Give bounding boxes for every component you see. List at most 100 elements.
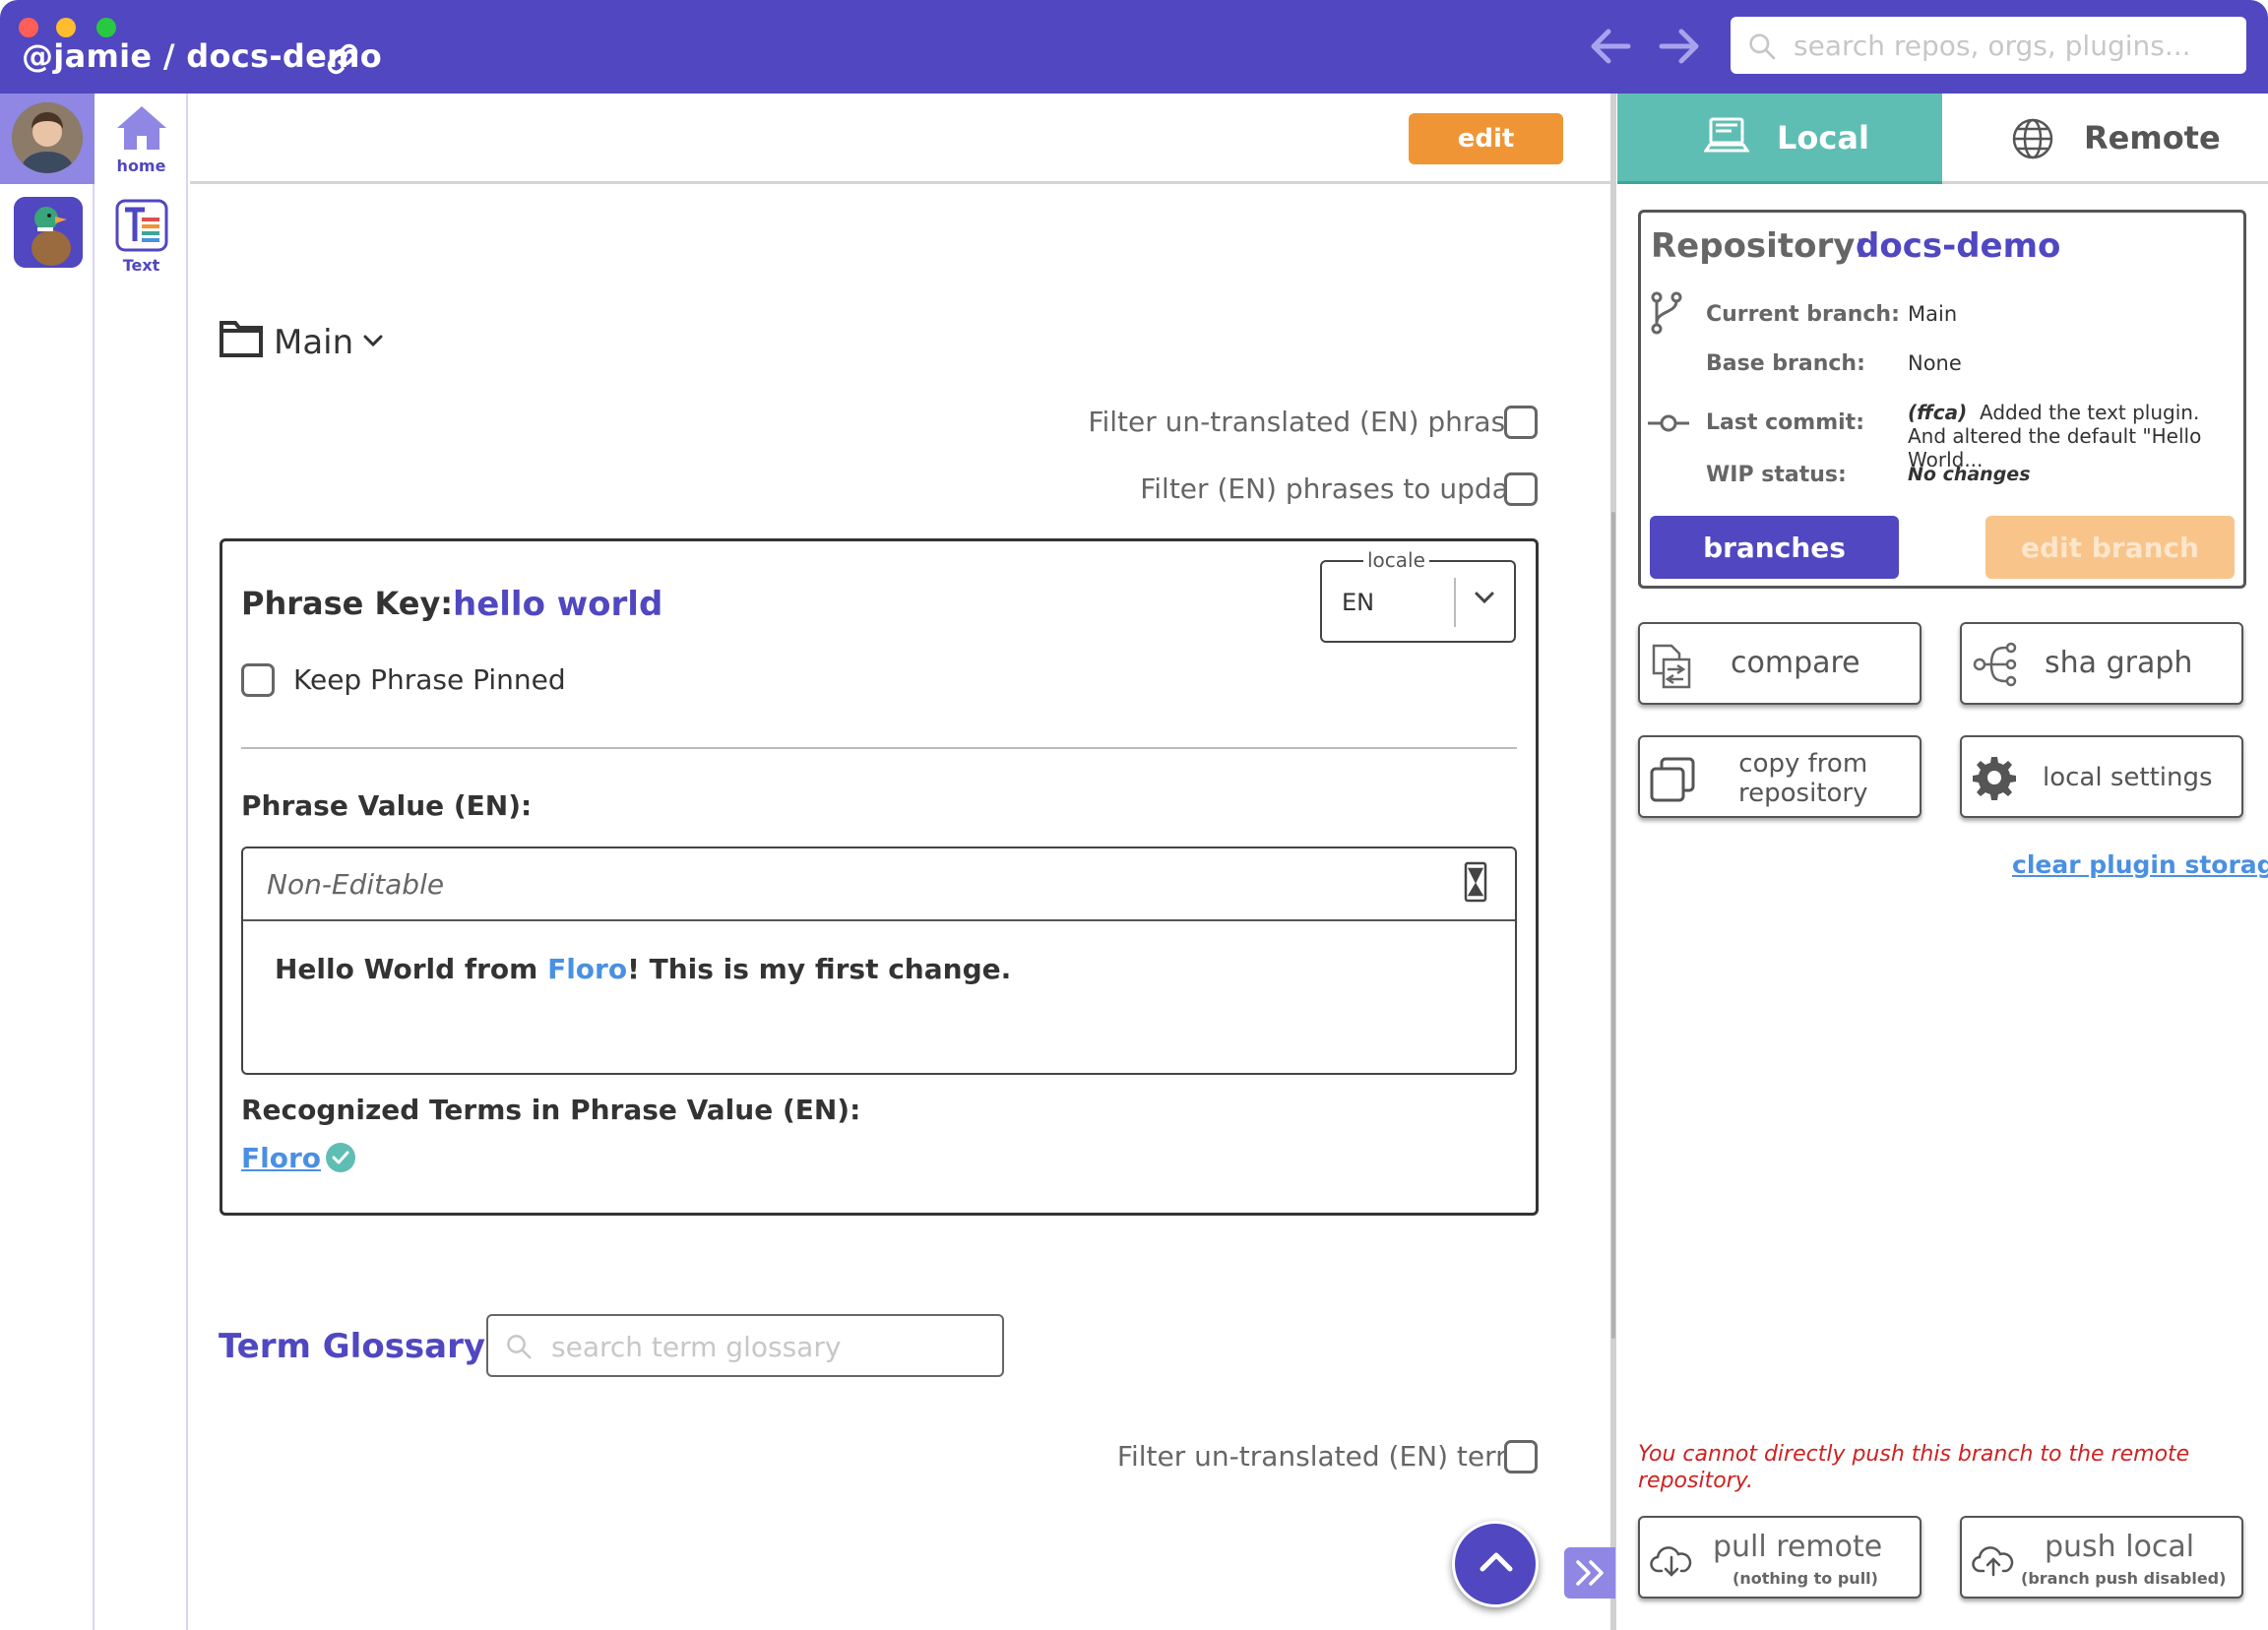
- sha-graph-label: sha graph: [2045, 646, 2193, 680]
- last-commit-label: Last commit:: [1706, 410, 1864, 435]
- recognized-terms-label: Recognized Terms in Phrase Value (EN):: [241, 1094, 861, 1126]
- editor-toolbar: Non-Editable: [241, 846, 1517, 921]
- tab-local-label: Local: [1777, 119, 1869, 157]
- local-settings-label: local settings: [2043, 763, 2213, 792]
- phrase-value-after: ! This is my first change.: [627, 953, 1012, 985]
- tab-remote-label: Remote: [2084, 119, 2221, 157]
- back-arrow-icon[interactable]: [1587, 24, 1634, 73]
- filter-untranslated-terms-label: Filter un-translated (EN) terms: [1116, 1440, 1537, 1473]
- keep-pinned-checkbox[interactable]: [241, 663, 275, 697]
- recognized-term-link[interactable]: Floro: [241, 1142, 321, 1174]
- tab-remote[interactable]: Remote: [1942, 94, 2268, 184]
- link-icon[interactable]: [325, 41, 360, 81]
- last-commit-message: (ffca) Added the text plugin. And altere…: [1908, 401, 2242, 471]
- compare-label: compare: [1731, 646, 1860, 680]
- double-chevron-right-icon: [1574, 1559, 1607, 1591]
- folder-icon: [219, 321, 264, 362]
- pull-remote-button[interactable]: pull remote (nothing to pull): [1638, 1516, 1922, 1599]
- push-local-button[interactable]: push local (branch push disabled): [1960, 1516, 2243, 1599]
- divider: [241, 747, 1517, 749]
- text-plugin-label: Text: [122, 256, 160, 275]
- glossary-search-box[interactable]: [486, 1314, 1004, 1377]
- phrase-key-value: hello world: [453, 585, 663, 624]
- avatar[interactable]: [12, 102, 83, 173]
- globe-icon: [2011, 117, 2054, 164]
- home-icon: [94, 103, 188, 157]
- gear-icon: [1972, 755, 2017, 804]
- edit-branch-button[interactable]: edit branch: [1985, 516, 2235, 579]
- filter-untranslated-phrases-label: Filter un-translated (EN) phrases: [1088, 406, 1537, 438]
- keep-pinned-label: Keep Phrase Pinned: [293, 663, 566, 696]
- copy-icon: [1650, 757, 1695, 806]
- chevron-down-icon: [362, 333, 384, 351]
- term-glossary-title: Term Glossary: [219, 1327, 486, 1366]
- base-branch-label: Base branch:: [1706, 351, 1865, 376]
- forward-arrow-icon[interactable]: [1656, 24, 1703, 73]
- push-warning-text: You cannot directly push this branch to …: [1638, 1442, 2190, 1493]
- push-local-sublabel: (branch push disabled): [2021, 1569, 2227, 1588]
- wip-status-label: WIP status:: [1706, 463, 1847, 487]
- minimize-window-button[interactable]: [56, 18, 76, 37]
- scrollbar[interactable]: [1611, 512, 1615, 1339]
- text-plugin-nav-item[interactable]: Text: [94, 199, 188, 275]
- plugin-header: [190, 94, 1614, 184]
- locale-legend: locale: [1363, 548, 1429, 572]
- home-label: home: [116, 157, 166, 175]
- compare-files-icon: [1650, 644, 1693, 693]
- phrase-key-label: Phrase Key:: [241, 585, 454, 622]
- phrase-value-label: Phrase Value (EN):: [241, 789, 533, 822]
- copy-from-repository-button[interactable]: copy from repository: [1638, 735, 1922, 818]
- filter-untranslated-terms-checkbox[interactable]: [1504, 1440, 1538, 1473]
- laptop-icon: [1703, 115, 1750, 160]
- branch-icon: [1649, 291, 1684, 339]
- glossary-search-input[interactable]: [549, 1326, 992, 1367]
- copy-from-repository-label: copy from repository: [1738, 749, 1867, 808]
- repository-name: docs-demo: [1856, 226, 2061, 266]
- commit-icon: [1648, 409, 1689, 441]
- account-rail: [0, 94, 94, 1630]
- wip-status-value: No changes: [1908, 464, 2031, 485]
- chevron-up-icon: [1479, 1549, 1514, 1577]
- locale-select[interactable]: locale EN: [1320, 548, 1516, 643]
- chevron-down-icon: [1473, 590, 1496, 609]
- clear-plugin-storage-link[interactable]: clear plugin storage: [2012, 850, 2268, 879]
- last-commit-sha: (ffca): [1908, 401, 1968, 424]
- edit-button[interactable]: edit: [1409, 113, 1563, 164]
- repository-label: Repository:: [1651, 226, 1868, 266]
- cloud-upload-icon: [1972, 1541, 2015, 1581]
- copy-label-line2: repository: [1738, 779, 1868, 808]
- search-icon: [1746, 31, 1778, 66]
- scroll-to-top-button[interactable]: [1452, 1521, 1539, 1607]
- global-search-input[interactable]: [1792, 25, 2235, 66]
- phrase-value-term: Floro: [547, 953, 628, 985]
- sha-graph-button[interactable]: sha graph: [1960, 622, 2243, 705]
- tab-local[interactable]: Local: [1617, 94, 1942, 184]
- text-plugin-icon: [94, 199, 188, 256]
- plugin-rail: [94, 94, 188, 1630]
- editor-mode-label: Non-Editable: [267, 868, 445, 901]
- phrase-value-text: Hello World from Floro! This is my first…: [275, 953, 1011, 985]
- pull-remote-label: pull remote: [1713, 1530, 1883, 1564]
- filter-phrases-to-update-label: Filter (EN) phrases to update: [1140, 472, 1537, 505]
- phrase-value-editor[interactable]: Hello World from Floro! This is my first…: [241, 919, 1517, 1075]
- current-branch-value: Main: [1908, 302, 1958, 326]
- current-branch-label: Current branch:: [1706, 302, 1900, 327]
- global-search-box[interactable]: [1731, 17, 2246, 74]
- filter-untranslated-phrases-checkbox[interactable]: [1504, 406, 1538, 439]
- base-branch-value: None: [1908, 351, 1962, 375]
- maximize-window-button[interactable]: [96, 18, 116, 37]
- local-settings-button[interactable]: local settings: [1960, 735, 2243, 818]
- duck-logo-icon[interactable]: [14, 197, 83, 268]
- close-window-button[interactable]: [19, 18, 38, 37]
- hourglass-icon[interactable]: [1464, 861, 1487, 907]
- branch-selector[interactable]: Main: [219, 317, 383, 362]
- pull-remote-sublabel: (nothing to pull): [1732, 1569, 1878, 1588]
- branches-button[interactable]: branches: [1650, 516, 1899, 579]
- expand-panel-button[interactable]: [1564, 1547, 1615, 1599]
- compare-button[interactable]: compare: [1638, 622, 1922, 705]
- filter-phrases-to-update-checkbox[interactable]: [1504, 472, 1538, 506]
- home-nav-item[interactable]: home: [94, 103, 188, 175]
- check-circle-icon: [325, 1142, 356, 1177]
- sha-graph-icon: [1972, 642, 2019, 691]
- copy-label-line1: copy from: [1738, 749, 1868, 779]
